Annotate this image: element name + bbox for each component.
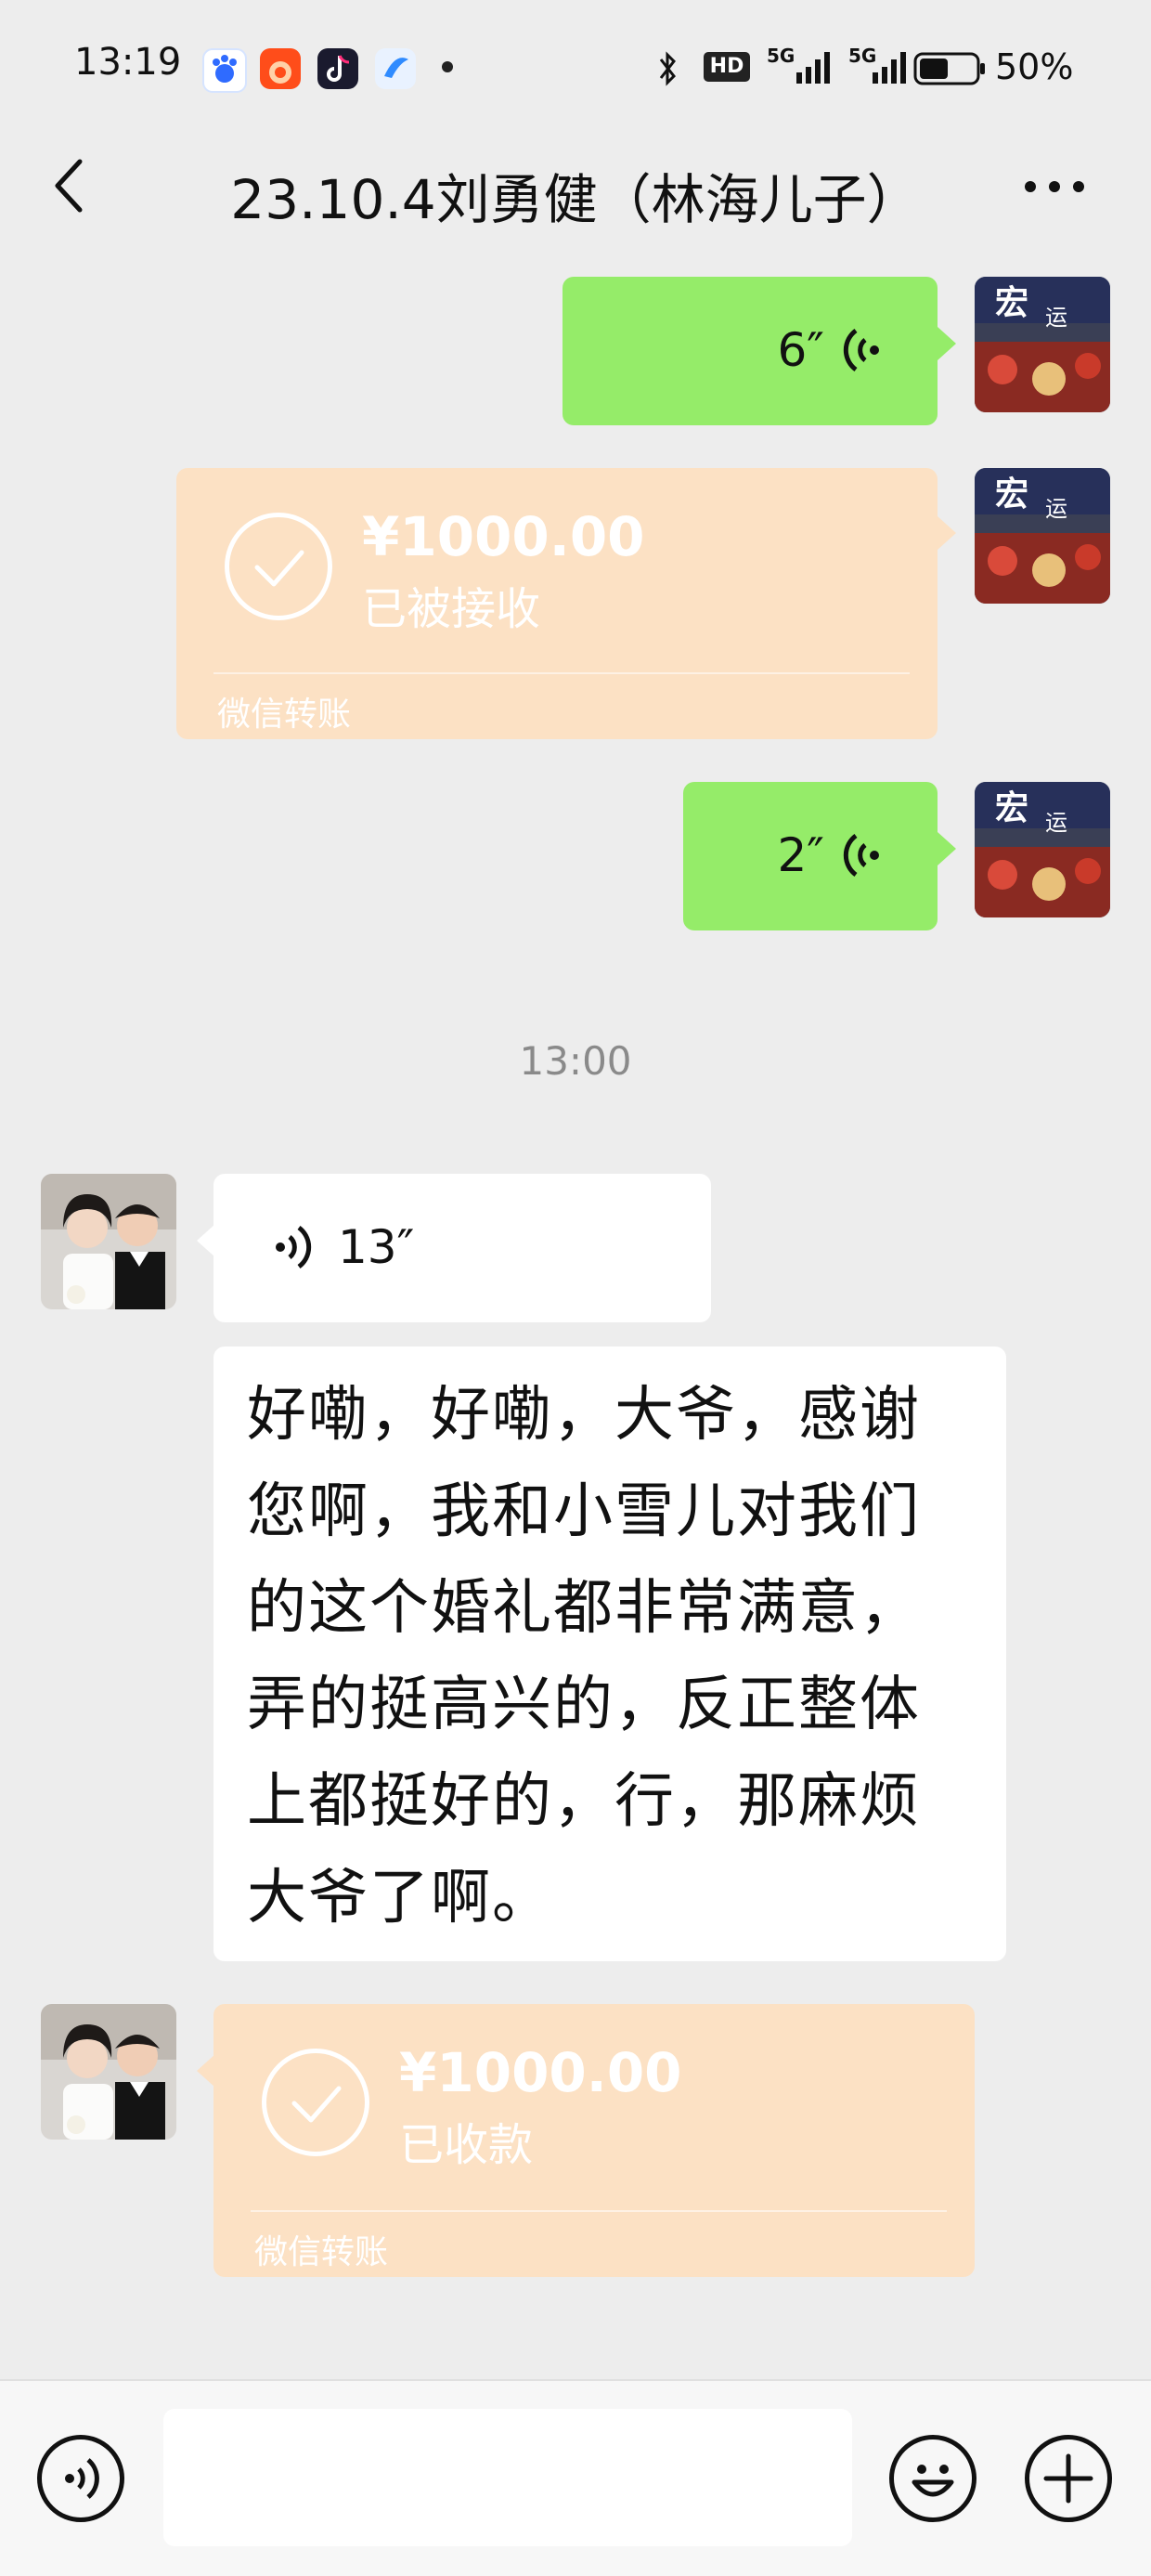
text-line: 好嘞，好嘞，大爷，感谢 <box>247 1381 921 1450</box>
voice-duration: 6″ <box>777 323 825 377</box>
text-line: 弄的挺高兴的，反正整体 <box>247 1671 921 1739</box>
voice-mode-icon <box>65 2458 99 2499</box>
taobao-icon <box>260 48 301 89</box>
svg-text:宏: 宏 <box>995 789 1028 827</box>
voice-message-bubble[interactable]: 2″ <box>683 782 938 930</box>
transfer-amount: ¥1000.00 <box>362 505 645 568</box>
message-input[interactable] <box>163 2409 852 2546</box>
svg-text:运: 运 <box>1045 810 1067 836</box>
tiktok-icon <box>317 48 358 89</box>
svg-text:宏: 宏 <box>995 475 1028 514</box>
chat-title: 23.10.4刘勇健（林海儿子） <box>230 168 921 231</box>
plus-button[interactable] <box>1025 2435 1112 2522</box>
transfer-amount: ¥1000.00 <box>399 2041 682 2104</box>
text-message-bubble[interactable]: 好嘞，好嘞，大爷，感谢 您啊，我和小雪儿对我们 的这个婚礼都非常满意， 弄的挺高… <box>213 1347 1006 1961</box>
svg-text:宏: 宏 <box>995 284 1028 322</box>
svg-text:运: 运 <box>1045 496 1067 522</box>
my-avatar[interactable]: 宏运 <box>975 277 1110 412</box>
battery-percent: 50% <box>995 46 1074 87</box>
message-timestamp: 13:00 <box>519 1038 632 1084</box>
text-line: 上都挺好的，行，那麻烦 <box>247 1767 921 1836</box>
battery-icon <box>913 52 988 89</box>
transfer-divider <box>251 2210 947 2212</box>
bubble-tail <box>938 516 956 550</box>
plus-icon <box>1043 2453 1093 2504</box>
voice-mode-button[interactable] <box>37 2435 124 2522</box>
signal-5g-icon: 5G <box>845 45 913 93</box>
bluetooth-icon <box>653 48 681 93</box>
transfer-status: 已收款 <box>399 2119 534 2171</box>
voice-wave-icon <box>276 1225 312 1269</box>
back-button[interactable] <box>37 149 102 223</box>
transfer-label: 微信转账 <box>217 696 352 734</box>
my-avatar[interactable]: 宏运 <box>975 782 1110 917</box>
my-avatar[interactable]: 宏运 <box>975 468 1110 604</box>
bubble-tail <box>197 1224 215 1257</box>
contact-avatar[interactable] <box>41 1174 176 1309</box>
contact-avatar[interactable] <box>41 2004 176 2140</box>
more-dots-icon <box>1025 181 1084 192</box>
bubble-tail <box>938 832 956 865</box>
voice-message-bubble[interactable]: 6″ <box>563 277 938 425</box>
check-circle-icon <box>225 513 332 620</box>
baidu-icon <box>202 48 247 93</box>
emoji-button[interactable] <box>889 2435 976 2522</box>
bubble-tail <box>197 2054 215 2088</box>
bubble-tail <box>938 327 956 360</box>
emoji-icon <box>912 2465 954 2497</box>
transfer-bubble[interactable]: ¥1000.00 已收款 微信转账 <box>213 2004 975 2277</box>
text-line: 您啊，我和小雪儿对我们 <box>247 1477 921 1546</box>
svg-text:运: 运 <box>1045 305 1067 331</box>
signal-5g-icon: 5G <box>763 45 832 93</box>
voice-duration: 2″ <box>777 828 825 882</box>
voice-duration: 13″ <box>338 1220 415 1274</box>
text-message-body: 好嘞，好嘞，大爷，感谢 您啊，我和小雪儿对我们 的这个婚礼都非常满意， 弄的挺高… <box>247 1367 921 1946</box>
text-line: 大爷了啊。 <box>247 1864 553 1932</box>
transfer-status: 已被接收 <box>362 583 541 635</box>
transfer-divider <box>213 672 910 674</box>
transfer-bubble[interactable]: ¥1000.00 已被接收 微信转账 <box>176 468 938 739</box>
text-line: 的这个婚礼都非常满意， <box>247 1574 921 1643</box>
voice-wave-icon <box>843 833 879 878</box>
status-time: 13:19 <box>74 41 182 84</box>
voice-message-bubble[interactable]: 13″ <box>213 1174 711 1322</box>
browser-icon <box>375 48 416 89</box>
voice-wave-icon <box>843 328 879 372</box>
more-button[interactable] <box>1017 163 1092 210</box>
chevron-left-icon <box>55 159 83 213</box>
check-circle-icon <box>262 2049 369 2156</box>
hd-badge: HD <box>704 52 750 82</box>
notification-dot-icon <box>442 61 453 72</box>
transfer-label: 微信转账 <box>254 2233 389 2271</box>
